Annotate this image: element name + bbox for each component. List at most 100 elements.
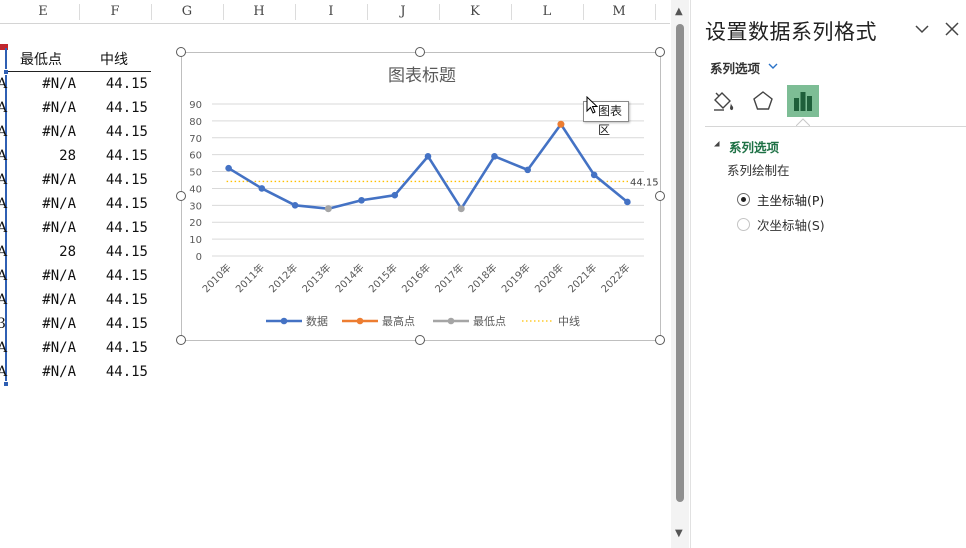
x-tick-label: 2021年: [565, 261, 599, 295]
x-tick-label: 2011年: [233, 261, 267, 295]
cell-midline[interactable]: 44.15: [80, 72, 148, 96]
cell-clipped-d[interactable]: A: [0, 192, 7, 216]
cell-midline[interactable]: 44.15: [80, 168, 148, 192]
dropdown-chevron-icon[interactable]: [767, 60, 779, 72]
cell-midline[interactable]: 44.15: [80, 96, 148, 120]
cell-clipped-d[interactable]: A: [0, 96, 7, 120]
cell-lowest[interactable]: #N/A: [8, 192, 76, 216]
cell-clipped-d[interactable]: A: [0, 360, 7, 384]
cell-clipped-d[interactable]: A: [0, 120, 7, 144]
y-tick-label: 80: [189, 117, 202, 128]
pentagon-icon: [753, 91, 773, 110]
cell-midline[interactable]: 44.15: [80, 144, 148, 168]
resize-handle-bm[interactable]: [415, 335, 425, 345]
section-title[interactable]: 系列选项: [729, 137, 779, 156]
column-separator[interactable]: [151, 4, 152, 20]
resize-handle-ml[interactable]: [176, 191, 186, 201]
cell-lowest[interactable]: 28: [8, 144, 76, 168]
cell-clipped-d[interactable]: A: [0, 216, 7, 240]
tab-fill-line[interactable]: [707, 85, 739, 117]
cell-midline[interactable]: 44.15: [80, 312, 148, 336]
pane-title: 设置数据系列格式: [705, 20, 877, 44]
lowest-point: [324, 205, 332, 213]
cell-midline[interactable]: 44.15: [80, 216, 148, 240]
cell-midline[interactable]: 44.15: [80, 288, 148, 312]
cell-clipped-d[interactable]: A: [0, 72, 7, 96]
cell-lowest[interactable]: #N/A: [8, 216, 76, 240]
cell-clipped-d[interactable]: 3: [0, 312, 6, 336]
cell-clipped-d[interactable]: A: [0, 144, 7, 168]
column-letter-G[interactable]: G: [167, 0, 207, 24]
cell-lowest[interactable]: #N/A: [8, 288, 76, 312]
cell-midline[interactable]: 44.15: [80, 360, 148, 384]
cell-clipped-d[interactable]: A: [0, 168, 7, 192]
column-letter-E[interactable]: E: [23, 0, 63, 24]
column-separator[interactable]: [295, 4, 296, 20]
column-letter-H[interactable]: H: [239, 0, 279, 24]
column-separator[interactable]: [583, 4, 584, 20]
column-letter-I[interactable]: I: [311, 0, 351, 24]
vertical-scrollbar[interactable]: ▲ ▼: [671, 0, 689, 548]
scroll-down-arrow-icon[interactable]: ▼: [675, 528, 683, 539]
resize-handle-tm[interactable]: [415, 47, 425, 57]
data-point: [258, 185, 266, 192]
tab-effects[interactable]: [747, 85, 779, 117]
cell-lowest[interactable]: #N/A: [8, 168, 76, 192]
mouse-cursor-icon: [586, 96, 599, 114]
primary-axis-label[interactable]: 主坐标轴(P): [757, 190, 824, 209]
close-icon[interactable]: [943, 20, 961, 38]
cell-clipped-d[interactable]: A: [0, 336, 7, 360]
chevron-down-icon[interactable]: [913, 20, 931, 38]
legend-marker: [356, 317, 364, 325]
column-separator[interactable]: [439, 4, 440, 20]
column-header-bar: E F G H I J K L M: [0, 0, 670, 24]
header-lowest[interactable]: 最低点: [20, 48, 62, 72]
cell-clipped-d[interactable]: A: [0, 288, 7, 312]
column-letter-J[interactable]: J: [383, 0, 423, 24]
cell-clipped-d[interactable]: A: [0, 240, 7, 264]
spreadsheet[interactable]: EFGHIJKLM 最低点 中线 A #N/A 44.15 A #N/A 44.15 A #N…: [0, 0, 670, 548]
cell-lowest[interactable]: #N/A: [8, 336, 76, 360]
cell-midline[interactable]: 44.15: [80, 120, 148, 144]
cell-lowest[interactable]: #N/A: [8, 72, 76, 96]
resize-handle-br[interactable]: [655, 335, 665, 345]
column-separator[interactable]: [223, 4, 224, 20]
secondary-axis-radio[interactable]: [737, 218, 750, 231]
collapse-triangle-icon[interactable]: [713, 140, 721, 148]
resize-handle-mr[interactable]: [655, 191, 665, 201]
column-separator[interactable]: [367, 4, 368, 20]
secondary-axis-label[interactable]: 次坐标轴(S): [757, 215, 825, 234]
cell-midline[interactable]: 44.15: [80, 336, 148, 360]
scroll-up-arrow-icon[interactable]: ▲: [675, 6, 683, 17]
cell-lowest[interactable]: #N/A: [8, 96, 76, 120]
column-separator[interactable]: [511, 4, 512, 20]
x-tick-label: 2019年: [499, 261, 533, 295]
series-options-dropdown[interactable]: 系列选项: [710, 58, 760, 77]
tab-series-options[interactable]: [787, 85, 819, 117]
column-letter-L[interactable]: L: [527, 0, 567, 24]
column-separator[interactable]: [79, 4, 80, 20]
cell-lowest[interactable]: 28: [8, 240, 76, 264]
resize-handle-tl[interactable]: [176, 47, 186, 57]
range-selection-border: [5, 48, 7, 386]
cell-midline[interactable]: 44.15: [80, 192, 148, 216]
cell-lowest[interactable]: #N/A: [8, 264, 76, 288]
column-separator[interactable]: [655, 4, 656, 20]
column-letter-K[interactable]: K: [455, 0, 495, 24]
resize-handle-bl[interactable]: [176, 335, 186, 345]
cell-midline[interactable]: 44.15: [80, 240, 148, 264]
cell-lowest[interactable]: #N/A: [8, 120, 76, 144]
column-letter-M[interactable]: M: [599, 0, 639, 24]
scrollbar-thumb[interactable]: [676, 24, 684, 502]
cell-clipped-d[interactable]: A: [0, 264, 7, 288]
header-midline[interactable]: 中线: [100, 48, 128, 72]
resize-handle-tr[interactable]: [655, 47, 665, 57]
paint-bucket-icon: [714, 92, 734, 111]
cell-lowest[interactable]: #N/A: [8, 312, 76, 336]
column-letter-F[interactable]: F: [95, 0, 135, 24]
cell-midline[interactable]: 44.15: [80, 264, 148, 288]
y-tick-label: 20: [189, 218, 202, 229]
data-point: [358, 196, 365, 204]
primary-axis-radio[interactable]: [737, 193, 750, 206]
cell-lowest[interactable]: #N/A: [8, 360, 76, 384]
